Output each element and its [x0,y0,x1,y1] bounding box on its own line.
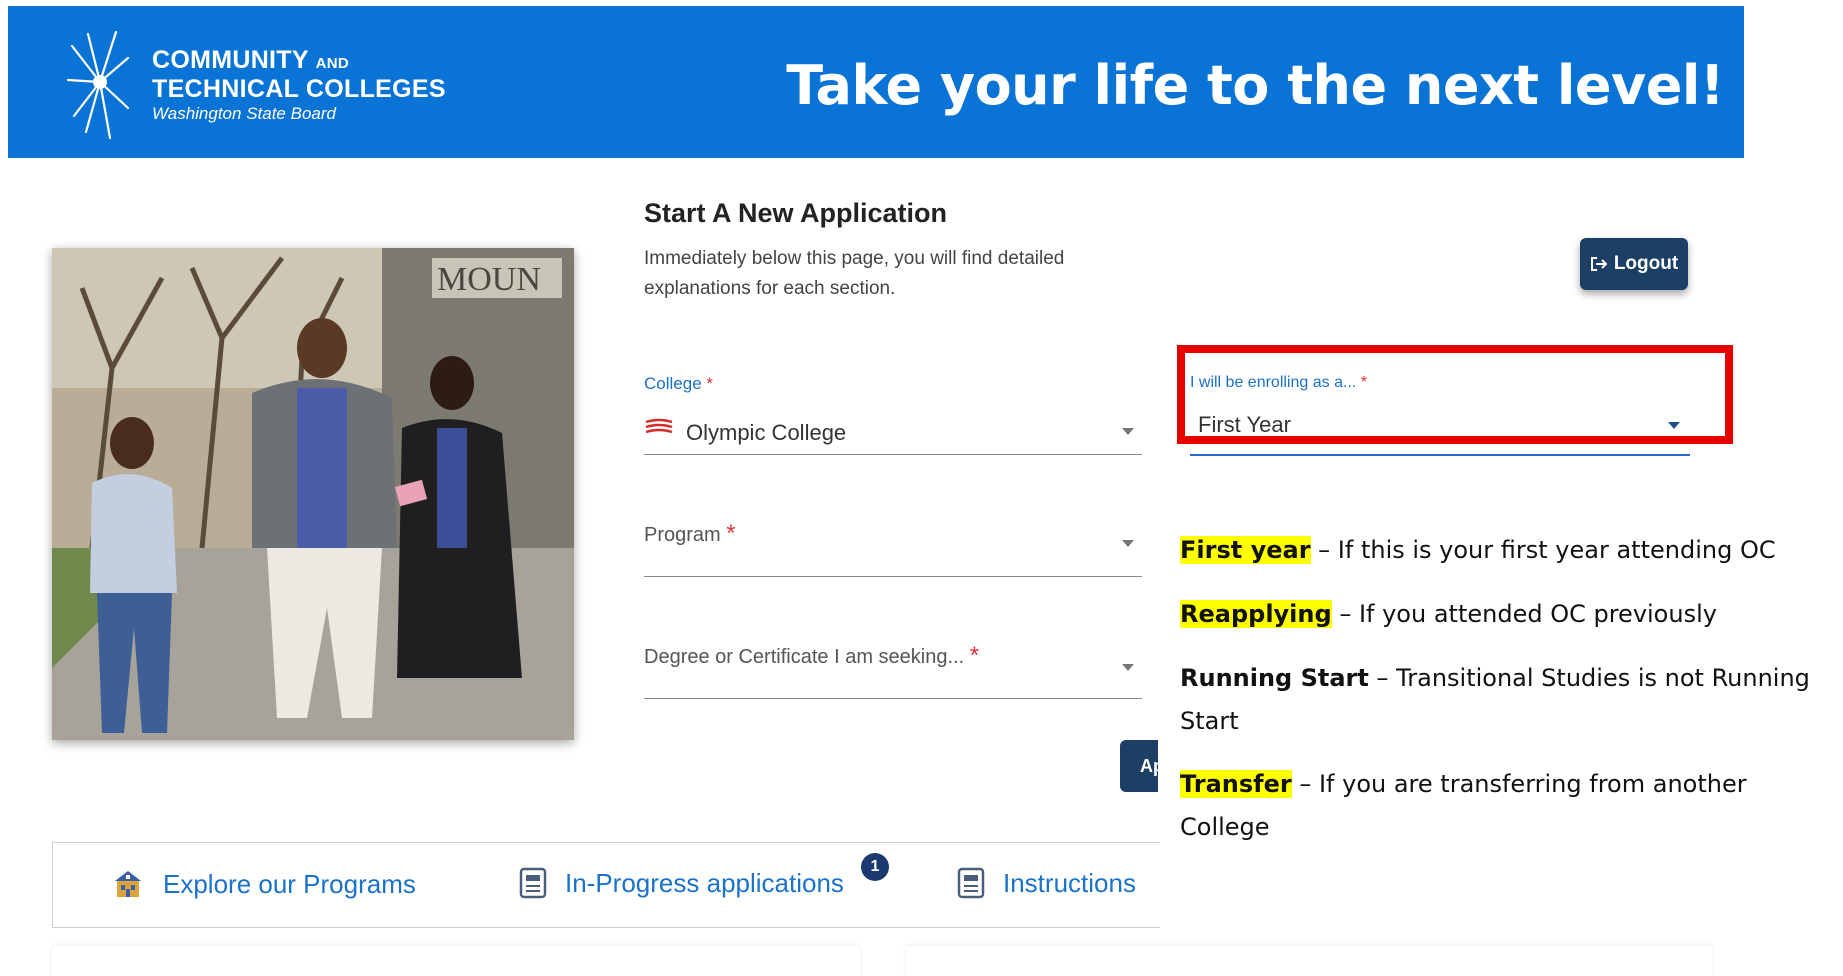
degree-label-text: Degree or Certificate I am seeking... [644,646,965,668]
program-label-text: Program [644,524,721,546]
degree-select[interactable]: Degree or Certificate I am seeking... * [644,638,1142,698]
college-label: College * [644,374,713,394]
logo-line3: Washington State Board [152,104,336,123]
olympic-college-logo-icon [645,418,673,434]
chevron-down-icon [1122,664,1134,671]
logout-button[interactable]: Logout [1580,238,1688,290]
degree-required-mark: * [969,642,980,669]
explanation-text: – If you attended OC previously [1331,600,1717,628]
logout-icon [1590,257,1608,271]
logo-line1-and: AND [315,55,350,72]
svg-text:MOUN: MOUN [437,261,541,298]
logo-line2: TECHNICAL COLLEGES [152,75,446,103]
document-icon [519,867,547,899]
college-underline [644,454,1142,455]
content-card [906,946,1712,976]
enrolling-required-mark: * [1360,374,1367,391]
nav-in-progress-label: In-Progress applications [565,867,844,898]
form-subtitle: Immediately below this page, you will fi… [644,248,1065,299]
enrolling-select[interactable]: First Year [1198,408,1690,448]
nav-in-progress-applications[interactable]: In-Progress applications [519,867,844,899]
nav-instructions-label: Instructions [1003,867,1136,898]
chevron-down-icon [1122,428,1134,435]
header-banner: COMMUNITY AND TECHNICAL COLLEGES Washing… [8,6,1744,158]
form-title: Start A New Application [644,198,948,228]
explanation-reapplying: Reapplying – If you attended OC previous… [1180,593,1717,636]
term-transfer: Transfer [1180,770,1292,798]
explanation-transfer: Transfer – If you are transferring from … [1180,763,1820,849]
nav-explore-label: Explore our Programs [163,868,416,899]
document-icon [957,867,985,899]
enrolling-label: I will be enrolling as a... * [1190,374,1367,392]
program-label: Program * [644,520,736,552]
program-select[interactable]: Program * [644,516,1142,576]
star-logo-icon [66,30,130,140]
explanation-first-year: First year – If this is your first year … [1180,529,1776,572]
board-logo-text: COMMUNITY AND TECHNICAL COLLEGES Washing… [152,48,446,126]
degree-underline [644,698,1142,699]
nav-explore-programs[interactable]: Explore our Programs [111,867,416,901]
banner-tagline: Take your life to the next level! [786,54,1724,117]
college-select[interactable]: Olympic College [644,408,1142,454]
term-first-year: First year [1180,536,1311,564]
explanation-text: – If this is your first year attending O… [1310,536,1776,564]
notification-badge: 1 [861,853,889,881]
explanation-running-start: Running Start – Transitional Studies is … [1180,657,1843,743]
term-reapplying: Reapplying [1180,600,1332,628]
enrolling-underline [1190,454,1690,456]
students-photo: MOUN [52,248,574,740]
program-underline [644,576,1142,577]
apply-button[interactable]: Ap [1120,740,1158,792]
program-required-mark: * [726,520,736,547]
bottom-nav: Explore our Programs In-Progress applica… [52,842,1160,928]
college-label-text: College [644,374,702,393]
content-card [52,946,860,976]
nav-instructions[interactable]: Instructions [957,867,1136,899]
logo-line1: COMMUNITY [152,46,309,74]
degree-label: Degree or Certificate I am seeking... * [644,642,979,674]
term-running-start: Running Start [1180,664,1369,692]
logout-label: Logout [1613,253,1679,274]
enrolling-value: First Year [1198,412,1291,437]
school-building-icon [115,871,141,897]
chevron-down-icon [1122,540,1134,547]
college-value: Olympic College [686,420,847,445]
college-required-mark: * [706,374,714,393]
chevron-down-icon [1668,422,1680,429]
enrolling-label-text: I will be enrolling as a... [1190,374,1357,391]
